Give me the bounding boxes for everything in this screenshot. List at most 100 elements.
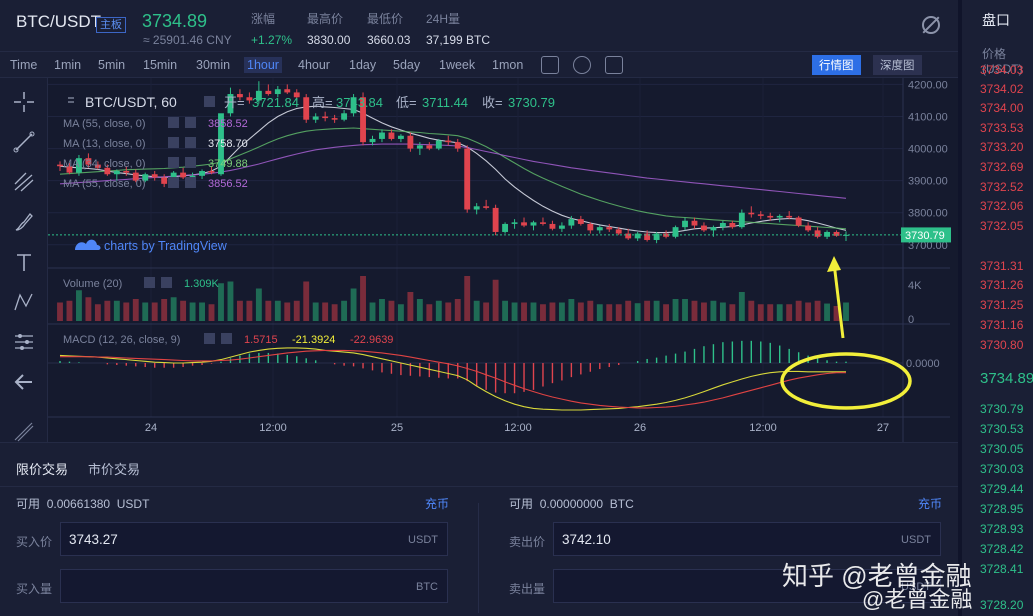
- settings-icon[interactable]: [168, 177, 179, 188]
- buy-deposit-link[interactable]: 充币: [425, 495, 449, 512]
- tf-1mon[interactable]: 1mon: [489, 57, 526, 73]
- tf-1week[interactable]: 1week: [436, 57, 478, 73]
- candle-body: [729, 222, 736, 228]
- buy-amount-input[interactable]: BTC: [60, 569, 448, 603]
- volume-bar: [312, 302, 319, 321]
- volume-bar: [208, 304, 215, 321]
- sell-price-label: 卖出价: [509, 535, 546, 549]
- candle-body: [814, 230, 821, 237]
- brush-icon[interactable]: [12, 210, 36, 234]
- sell-price-input[interactable]: 3742.10 USDT: [553, 522, 941, 556]
- watermark-text-2: @老曾金融: [862, 587, 973, 612]
- ask-row[interactable]: 3734.00: [980, 99, 1023, 117]
- tf-time[interactable]: Time: [7, 57, 40, 73]
- close-icon[interactable]: [185, 137, 196, 148]
- hide-icon[interactable]: [922, 16, 940, 34]
- close-icon[interactable]: [185, 117, 196, 128]
- volume-bar: [634, 303, 641, 321]
- ask-row[interactable]: 3730.80: [980, 336, 1023, 354]
- settings-icon[interactable]: [168, 137, 179, 148]
- bid-row[interactable]: 3728.42: [980, 540, 1023, 558]
- settings-icon[interactable]: [204, 333, 215, 344]
- tf-15min[interactable]: 15min: [140, 57, 180, 73]
- ask-row[interactable]: 3731.26: [980, 276, 1023, 294]
- chart-view-button[interactable]: 行情图: [812, 55, 861, 75]
- price-chart[interactable]: 4200.004100.004000.003900.003800.003700.…: [48, 78, 958, 442]
- settings-icon[interactable]: [573, 56, 591, 74]
- indicator-icon[interactable]: [541, 56, 559, 74]
- legend-title: BTC/USDT, 60: [85, 94, 177, 110]
- candle-body: [312, 116, 319, 120]
- tf-1min[interactable]: 1min: [51, 57, 84, 73]
- last-price-tag-text: 3730.79: [905, 230, 945, 242]
- close-icon[interactable]: [161, 277, 172, 288]
- tf-5day[interactable]: 5day: [390, 57, 423, 73]
- bid-row[interactable]: 3730.03: [980, 460, 1023, 478]
- ask-row[interactable]: 3734.02: [980, 80, 1023, 98]
- bid-row[interactable]: 3730.05: [980, 440, 1023, 458]
- tf-30min[interactable]: 30min: [193, 57, 233, 73]
- measure-icon[interactable]: [12, 330, 36, 354]
- ruler-icon[interactable]: [12, 420, 36, 444]
- crosshair-icon[interactable]: [12, 90, 36, 114]
- ask-row[interactable]: 3732.06: [980, 197, 1023, 215]
- ticker-header: BTC/USDT 主板 3734.89 ≈ 25901.46 CNY 涨幅 +1.…: [0, 0, 958, 52]
- tradingview-branding[interactable]: charts by TradingView: [104, 239, 228, 253]
- ma-label-4: MA (55, close, 0): [63, 178, 146, 190]
- ask-row[interactable]: 3732.05: [980, 217, 1023, 235]
- volume-bar: [180, 300, 187, 321]
- close-icon[interactable]: [221, 333, 232, 344]
- bid-row[interactable]: 3728.93: [980, 520, 1023, 538]
- tab-limit-order[interactable]: 限价交易: [16, 459, 68, 478]
- volume-bar: [265, 300, 272, 321]
- ask-row[interactable]: 3732.69: [980, 158, 1023, 176]
- ask-row[interactable]: 3731.16: [980, 316, 1023, 334]
- volume-bar: [757, 304, 764, 321]
- bid-row[interactable]: 3728.20: [980, 596, 1023, 614]
- candle-body: [682, 220, 688, 228]
- pair-name[interactable]: BTC/USDT: [16, 12, 101, 32]
- text-icon[interactable]: [12, 250, 36, 274]
- volume-bar: [407, 292, 414, 321]
- fullscreen-icon[interactable]: [605, 56, 623, 74]
- trendline-icon[interactable]: [12, 130, 36, 154]
- depth-view-button[interactable]: 深度图: [873, 55, 922, 75]
- settings-icon[interactable]: [168, 117, 179, 128]
- eye-icon[interactable]: [204, 96, 215, 107]
- volume-bar: [843, 302, 849, 321]
- ask-row[interactable]: 3731.31: [980, 257, 1023, 275]
- tf-4hour[interactable]: 4hour: [295, 57, 333, 73]
- bid-row[interactable]: 3730.79: [980, 400, 1023, 418]
- ask-row[interactable]: 3733.20: [980, 138, 1023, 156]
- ask-row[interactable]: 3732.52: [980, 178, 1023, 196]
- bid-row[interactable]: 3728.41: [980, 560, 1023, 578]
- stat-change: 涨幅 +1.27%: [251, 12, 293, 47]
- ask-row[interactable]: 3733.53: [980, 119, 1023, 137]
- stat-high: 最高价 3830.00: [307, 12, 351, 47]
- close-icon[interactable]: [185, 177, 196, 188]
- volume-bar: [615, 304, 622, 321]
- tf-1day[interactable]: 1day: [346, 57, 379, 73]
- tf-1hour[interactable]: 1hour: [244, 57, 282, 73]
- candle-body: [634, 233, 641, 239]
- fib-icon[interactable]: [12, 170, 36, 194]
- bid-row[interactable]: 3728.95: [980, 500, 1023, 518]
- volume-bar: [606, 304, 613, 321]
- ohlc-open: 3721.84: [252, 95, 299, 110]
- ohlc-close-label: 收=: [482, 95, 503, 110]
- volume-bar: [502, 300, 509, 321]
- pattern-icon[interactable]: [12, 290, 36, 314]
- bid-row[interactable]: 3729.44: [980, 480, 1023, 498]
- bid-row[interactable]: 3730.53: [980, 420, 1023, 438]
- ask-row[interactable]: 3734.03: [980, 61, 1023, 79]
- tab-market-order[interactable]: 市价交易: [88, 459, 140, 478]
- settings-icon[interactable]: [144, 277, 155, 288]
- time-tick: 24: [145, 422, 157, 434]
- back-arrow-icon[interactable]: [12, 370, 36, 394]
- close-icon[interactable]: [185, 157, 196, 168]
- ask-row[interactable]: 3731.25: [980, 296, 1023, 314]
- buy-price-input[interactable]: 3743.27 USDT: [60, 522, 448, 556]
- sell-deposit-link[interactable]: 充币: [918, 495, 942, 512]
- tf-5min[interactable]: 5min: [95, 57, 128, 73]
- settings-icon[interactable]: [168, 157, 179, 168]
